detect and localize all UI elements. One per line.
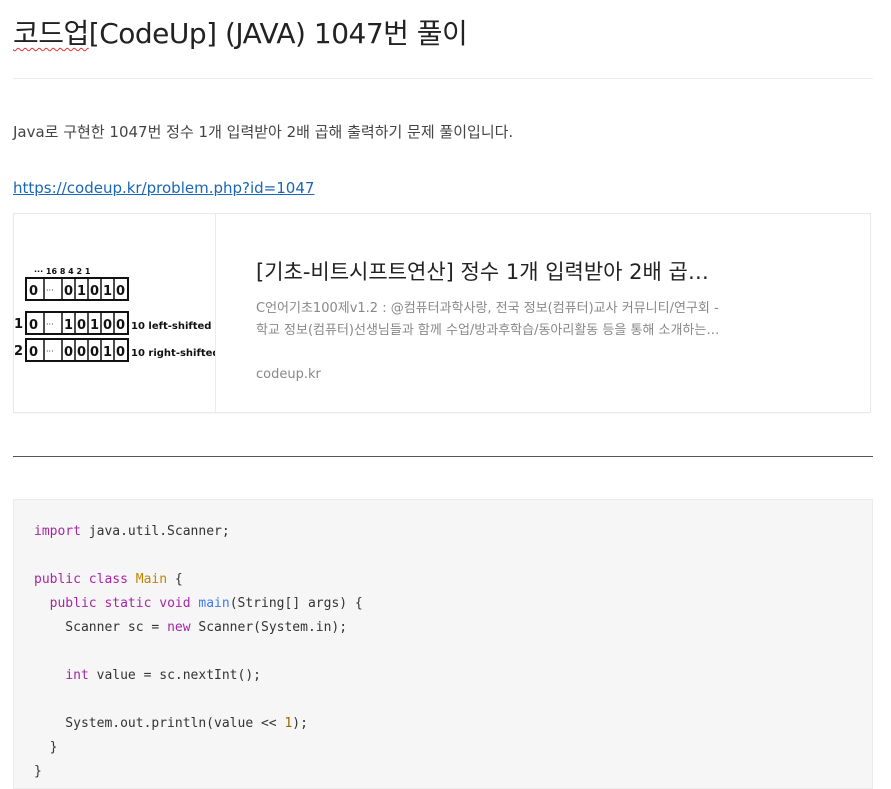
intro-text: Java로 구현한 1047번 정수 1개 입력받아 2배 곱해 출력하기 문제… — [13, 123, 514, 141]
code-keyword: public — [49, 596, 97, 611]
svg-text:1: 1 — [103, 284, 112, 299]
svg-text:0: 0 — [116, 318, 125, 333]
svg-text:0: 0 — [64, 284, 73, 299]
code-block: import java.util.Scanner; public class M… — [13, 499, 873, 789]
svg-text:0: 0 — [29, 318, 38, 333]
code-keyword: new — [167, 620, 191, 635]
thumb-row0: 0 ··· 0 1 0 1 0 — [25, 277, 129, 301]
code-keyword: void — [159, 596, 191, 611]
thumb-row2: 2 0 ··· 0 0 0 1 0 10 right-shifted b — [14, 338, 215, 362]
post-title: 코드업[CodeUp] (JAVA) 1047번 풀이 — [13, 12, 468, 52]
svg-text:1: 1 — [14, 317, 23, 332]
code-keyword: public — [34, 572, 81, 587]
code-class-name: Main — [135, 572, 168, 587]
svg-text:0: 0 — [90, 345, 99, 360]
thumb-header: ··· 16 8 4 2 1 — [34, 267, 91, 276]
code-keyword: int — [65, 668, 89, 683]
svg-text:0: 0 — [77, 345, 86, 360]
svg-text:0: 0 — [77, 318, 86, 333]
svg-text:1: 1 — [64, 318, 73, 333]
svg-text:0: 0 — [29, 284, 38, 299]
section-divider — [13, 456, 873, 457]
svg-text:0: 0 — [29, 345, 38, 360]
card-domain: codeup.kr — [256, 367, 321, 382]
svg-text:0: 0 — [103, 318, 112, 333]
svg-text:···: ··· — [46, 286, 54, 295]
link-preview-card[interactable]: ··· 16 8 4 2 1 0 ··· 0 1 0 1 0 1 0 ··· 1… — [13, 213, 871, 413]
svg-text:2: 2 — [14, 344, 23, 359]
code-keyword: static — [104, 596, 152, 611]
preview-thumbnail: ··· 16 8 4 2 1 0 ··· 0 1 0 1 0 1 0 ··· 1… — [14, 214, 216, 412]
svg-text:0: 0 — [116, 345, 125, 360]
svg-text:···: ··· — [46, 347, 54, 356]
svg-text:···: ··· — [46, 320, 54, 329]
svg-text:10 left-shifted by: 10 left-shifted by — [131, 321, 215, 332]
code-content: import java.util.Scanner; public class M… — [34, 524, 363, 779]
code-function-name: main — [198, 596, 230, 611]
thumb-row1: 1 0 ··· 1 0 1 0 0 10 left-shifted by — [14, 311, 215, 335]
svg-text:1: 1 — [77, 284, 86, 299]
problem-link[interactable]: https://codeup.kr/problem.php?id=1047 — [13, 179, 314, 197]
title-divider — [13, 78, 873, 79]
svg-text:0: 0 — [64, 345, 73, 360]
card-description: C언어기초100제v1.2 : @컴퓨터과학사랑, 전국 정보(컴퓨터)교사 커… — [256, 301, 719, 338]
svg-text:10 right-shifted b: 10 right-shifted b — [131, 348, 215, 359]
svg-text:1: 1 — [103, 345, 112, 360]
code-keyword: import — [34, 524, 81, 539]
card-title: [기초-비트시프트연산] 정수 1개 입력받아 2배 곱해 출력하기 — [256, 260, 726, 284]
svg-text:0: 0 — [90, 284, 99, 299]
title-rest: [CodeUp] (JAVA) 1047번 풀이 — [88, 17, 468, 50]
svg-text:0: 0 — [116, 284, 125, 299]
title-prefix: 코드업 — [13, 17, 89, 50]
svg-text:1: 1 — [90, 318, 99, 333]
code-keyword: class — [88, 572, 128, 587]
